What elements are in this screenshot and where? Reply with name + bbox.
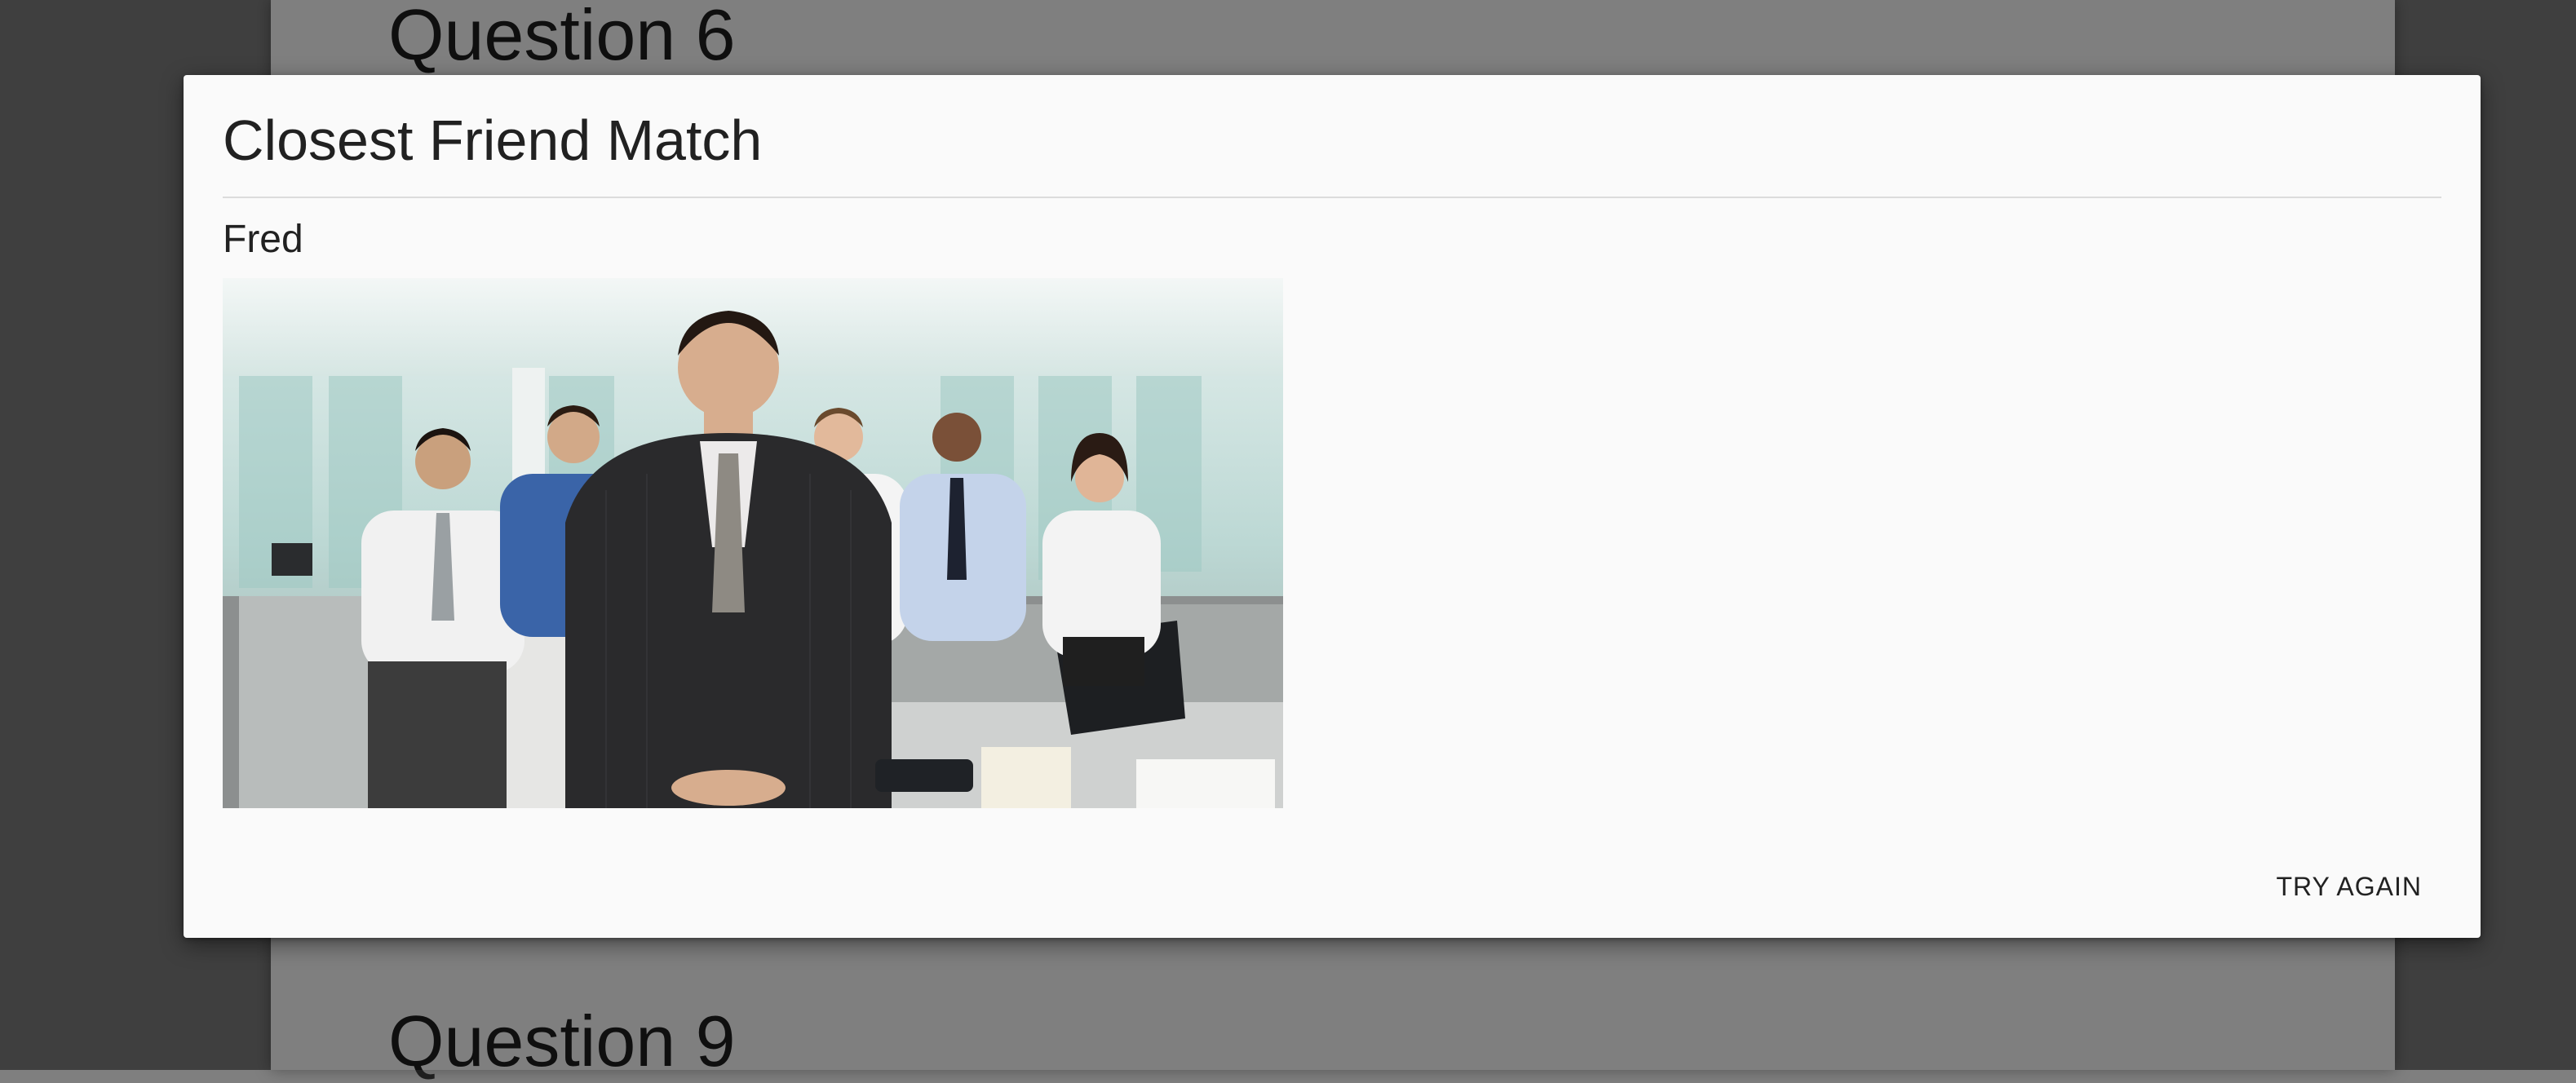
match-photo xyxy=(223,278,1283,808)
divider xyxy=(223,197,2441,198)
dialog-title: Closest Friend Match xyxy=(223,108,763,172)
result-dialog: Closest Friend Match Fred TRY AGAIN xyxy=(184,75,2481,938)
match-name: Fred xyxy=(223,218,303,261)
office-team-photo-icon xyxy=(223,278,1283,808)
try-again-button[interactable]: TRY AGAIN xyxy=(2256,855,2441,918)
